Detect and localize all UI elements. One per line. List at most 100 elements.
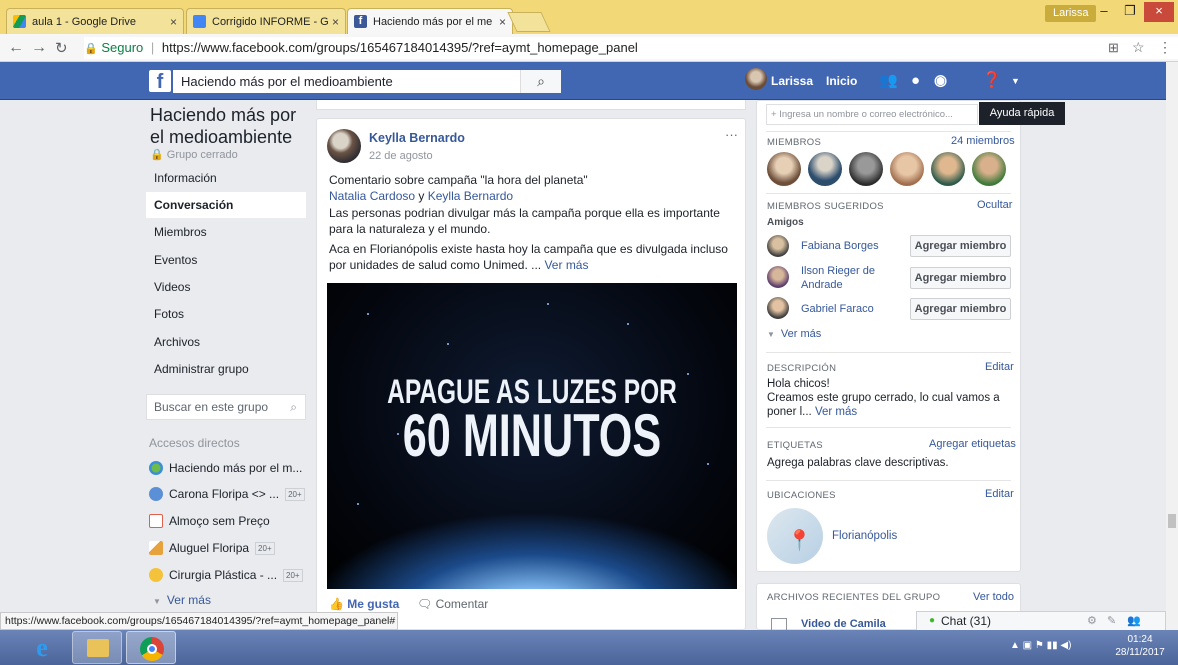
add-member-button[interactable]: Agregar miembro	[910, 235, 1011, 257]
page-scrollbar[interactable]	[1166, 62, 1178, 630]
close-window-button[interactable]: ×	[1144, 2, 1174, 22]
post-author[interactable]: Keylla Bernardo	[369, 131, 465, 145]
add-member-button[interactable]: Agregar miembro	[910, 267, 1011, 289]
file-explorer-icon[interactable]	[72, 631, 122, 664]
group-type-label: Grupo cerrado	[166, 149, 238, 161]
nav-files[interactable]: Archivos	[146, 329, 306, 355]
minimize-button[interactable]: –	[1092, 2, 1116, 22]
edit-description-link[interactable]: Editar	[985, 361, 1014, 373]
search-icon[interactable]: ⌕	[290, 395, 297, 419]
comment-button[interactable]: 🗨 Comentar	[417, 597, 488, 611]
members-count-link[interactable]: 24 miembros	[951, 135, 1015, 147]
add-tags-link[interactable]: Agregar etiquetas	[929, 438, 1016, 450]
tab-google-drive[interactable]: aula 1 - Google Drive ×	[6, 8, 184, 34]
like-button[interactable]: 👍 Me gusta	[329, 597, 399, 611]
menu-dots-icon[interactable]: ⋮	[1158, 39, 1172, 56]
shortcut-item[interactable]: Aluguel Floripa 20+	[149, 538, 309, 558]
bookmark-star-icon[interactable]: ☆	[1132, 39, 1145, 56]
help-icon[interactable]: ❓	[982, 62, 1002, 100]
location-map-thumbnail[interactable]: 📍	[767, 508, 823, 564]
see-more-link[interactable]: Ver más	[815, 406, 857, 418]
shortcut-item[interactable]: Cirurgia Plástica - ... 20+	[149, 565, 309, 585]
home-link[interactable]: Inicio	[826, 62, 857, 100]
profile-link[interactable]: Larissa	[771, 62, 813, 100]
see-more-suggestions[interactable]: ▼ Ver más	[767, 328, 821, 340]
member-avatar[interactable]	[808, 152, 842, 186]
url-field[interactable]: 🔒 Seguro | https://www.facebook.com/grou…	[84, 37, 1178, 59]
maximize-button[interactable]: ❐	[1118, 2, 1142, 22]
post-image[interactable]: APAGUE AS LUZES POR 60 MINUTOS	[327, 283, 737, 589]
group-search-input[interactable]: Buscar en este grupo ⌕	[146, 394, 306, 420]
edit-locations-link[interactable]: Editar	[985, 488, 1014, 500]
reload-icon[interactable]: ↻	[55, 39, 68, 57]
taskbar-clock[interactable]: 01:24 28/11/2017	[1110, 633, 1170, 659]
nav-info[interactable]: Información	[146, 165, 306, 191]
see-all-files-link[interactable]: Ver todo	[973, 591, 1014, 603]
member-avatar[interactable]	[972, 152, 1006, 186]
friend-requests-icon[interactable]: 👥	[879, 62, 898, 100]
nav-members[interactable]: Miembros	[146, 219, 306, 245]
see-more-shortcuts[interactable]: ▼ Ver más	[149, 590, 309, 610]
group-privacy: 🔒 Grupo cerrado	[150, 148, 238, 161]
compose-icon[interactable]: ✎	[1107, 612, 1116, 630]
notifications-globe-icon[interactable]: ◉	[934, 62, 947, 100]
facebook-search-input[interactable]: Haciendo más por el medioambiente	[173, 70, 561, 93]
group-chat-icon[interactable]: 👥	[1127, 612, 1141, 630]
invite-member-input[interactable]: + Ingresa un nombre o correo electrónico…	[766, 104, 978, 125]
hide-suggestions-link[interactable]: Ocultar	[977, 199, 1012, 211]
member-avatar[interactable]	[931, 152, 965, 186]
nav-events[interactable]: Eventos	[146, 247, 306, 273]
shortcut-item[interactable]: Almoço sem Preço	[149, 511, 309, 531]
shortcut-item[interactable]: Carona Floripa <> ... 20+	[149, 484, 309, 504]
suggested-member-name[interactable]: Ilson Rieger de Andrade	[801, 264, 901, 292]
translate-icon[interactable]: ⊞	[1108, 40, 1119, 56]
close-icon[interactable]: ×	[332, 15, 339, 29]
author-avatar[interactable]	[327, 129, 361, 163]
chat-bar[interactable]: ● Chat (31) ⚙ ✎ 👥	[916, 611, 1166, 631]
recent-file-link[interactable]: Video de Camila	[801, 618, 886, 630]
facebook-logo[interactable]: f	[149, 70, 171, 93]
chat-settings-icon[interactable]: ⚙	[1087, 612, 1097, 630]
close-icon[interactable]: ×	[170, 15, 177, 29]
nav-videos[interactable]: Videos	[146, 274, 306, 300]
search-icon[interactable]: ⌕	[520, 70, 561, 93]
member-avatar[interactable]	[849, 152, 883, 186]
facebook-icon: f	[354, 15, 367, 28]
nav-discussion[interactable]: Conversación	[146, 192, 306, 218]
nav-photos[interactable]: Fotos	[146, 301, 306, 327]
nav-manage-group[interactable]: Administrar grupo	[146, 356, 306, 382]
member-avatar[interactable]	[767, 152, 801, 186]
group-title[interactable]: Haciendo más por el medioambiente	[150, 104, 300, 148]
tags-title: ETIQUETAS	[767, 440, 823, 451]
close-icon[interactable]: ×	[499, 15, 506, 29]
google-docs-icon	[193, 15, 206, 28]
divider	[766, 352, 1011, 353]
location-link[interactable]: Florianópolis	[832, 530, 897, 542]
see-more-link[interactable]: Ver más	[544, 258, 588, 272]
suggested-member-name[interactable]: Fabiana Borges	[801, 240, 879, 252]
member-avatar[interactable]	[890, 152, 924, 186]
new-tab-button[interactable]	[507, 12, 551, 32]
suggested-avatar[interactable]	[767, 266, 789, 288]
forward-icon[interactable]: →	[31, 39, 47, 57]
suggested-member-name[interactable]: Gabriel Faraco	[801, 303, 874, 315]
system-tray-icons[interactable]: ▲ ▣ ⚑ ▮▮ ◀)	[1010, 640, 1071, 651]
post-menu-icon[interactable]: ···	[725, 127, 738, 142]
scrollbar-thumb[interactable]	[1168, 514, 1176, 528]
browser-user-badge[interactable]: Larissa	[1045, 5, 1097, 22]
messenger-icon[interactable]: ●	[911, 62, 920, 100]
suggested-avatar[interactable]	[767, 297, 789, 319]
chevron-down-icon[interactable]: ▼	[1011, 62, 1020, 100]
chrome-icon[interactable]	[126, 631, 176, 664]
tagged-user[interactable]: Keylla Bernardo	[428, 189, 513, 203]
add-member-button[interactable]: Agregar miembro	[910, 298, 1011, 320]
shortcut-item[interactable]: Haciendo más por el m...	[149, 458, 309, 478]
tab-google-docs[interactable]: Corrigido INFORME - Go ×	[186, 8, 346, 34]
tab-facebook[interactable]: f Haciendo más por el me ×	[347, 8, 513, 34]
back-icon[interactable]: ←	[8, 39, 24, 57]
suggested-avatar[interactable]	[767, 235, 789, 257]
tagged-user[interactable]: Natalia Cardoso	[329, 189, 415, 203]
avatar[interactable]	[745, 68, 767, 90]
post-date[interactable]: 22 de agosto	[369, 150, 433, 162]
internet-explorer-icon[interactable]: e	[22, 631, 62, 664]
